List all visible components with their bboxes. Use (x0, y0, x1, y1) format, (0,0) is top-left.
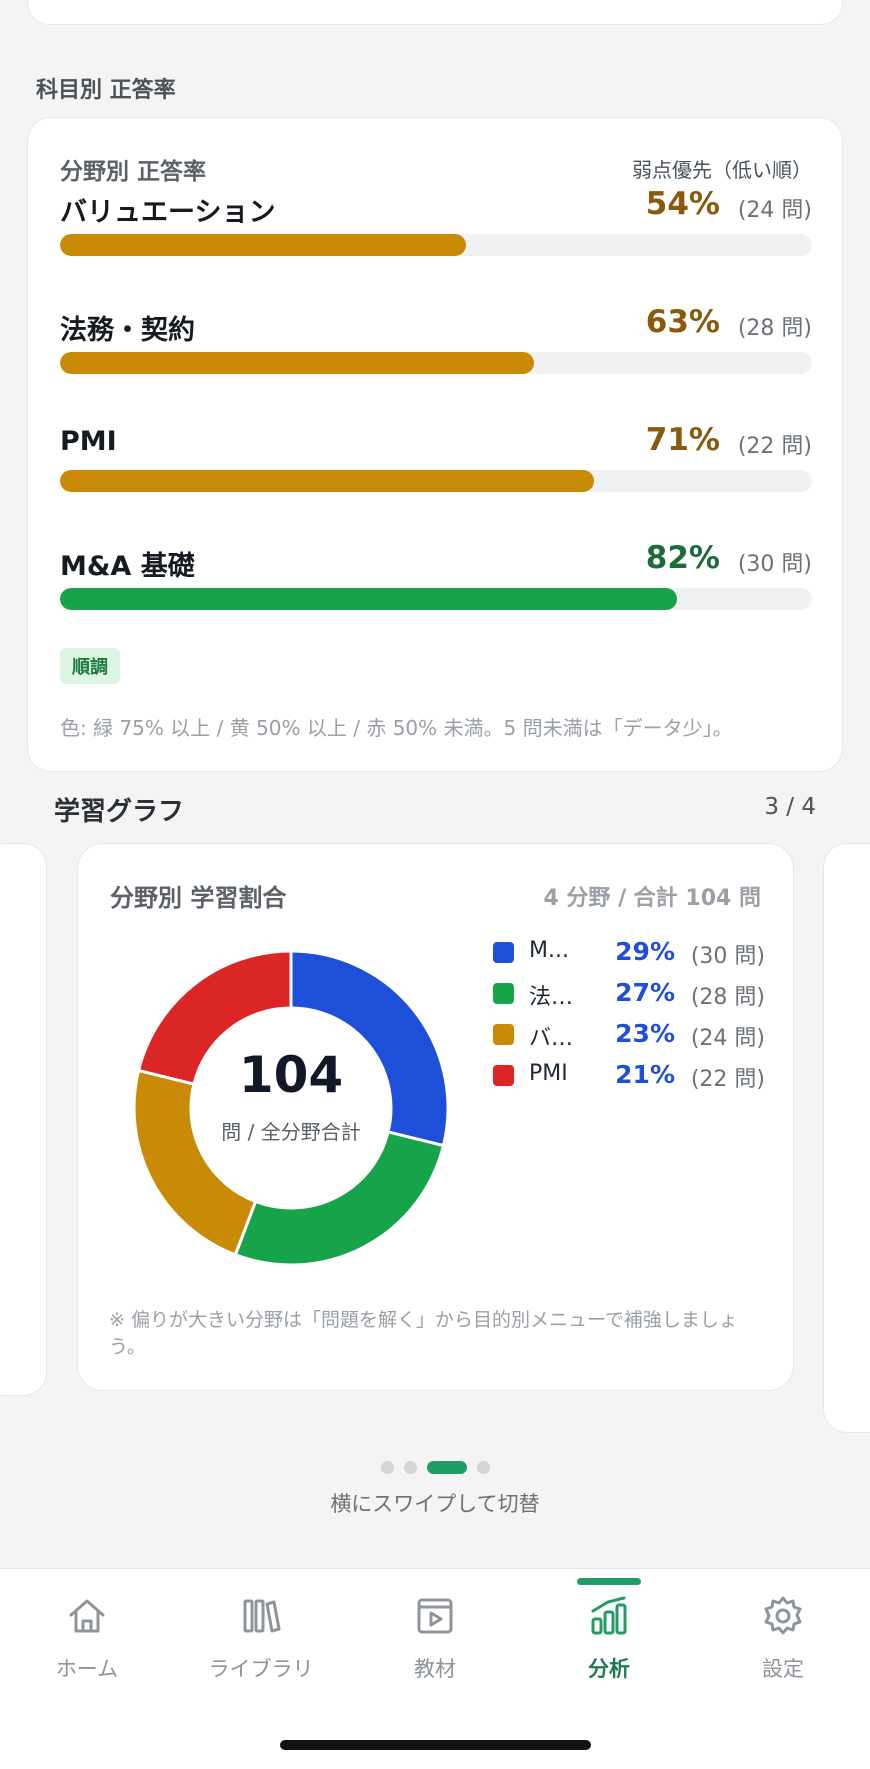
legend-swatch (493, 1065, 514, 1086)
carousel-dot[interactable] (403, 1461, 417, 1474)
progress-track (60, 470, 812, 492)
carousel-card-previous[interactable] (0, 843, 47, 1396)
section-title-accuracy: 科目別 正答率 (36, 78, 176, 103)
library-icon (243, 1599, 281, 1633)
gear-icon (764, 1596, 802, 1635)
tab-label: ライブラリ (208, 1657, 314, 1681)
legend-item: M... 29% (30 問) (493, 936, 765, 970)
legend-swatch (493, 942, 514, 963)
tab-home[interactable]: ホーム (0, 1569, 174, 1699)
tab-label: 設定 (762, 1657, 804, 1681)
progress-track (60, 588, 812, 610)
legend-item: 法… 27% (28 問) (493, 977, 765, 1011)
carousel-dots (0, 1457, 870, 1474)
legend-name: PMI (529, 1061, 568, 1086)
page-indicator: 3 / 4 (764, 794, 816, 820)
swipe-hint: 横にスワイプして切替 (330, 1492, 540, 1516)
active-tab-indicator (577, 1578, 641, 1585)
progress-fill (60, 470, 594, 492)
legend-percent: 23% (615, 1019, 675, 1048)
tab-label: 分析 (588, 1657, 630, 1681)
status-badge: 順調 (60, 648, 120, 684)
legend-percent: 21% (615, 1060, 675, 1089)
legend-count: (30 問) (690, 944, 765, 969)
section-title-graph: 学習グラフ (54, 797, 185, 827)
progress-fill (60, 352, 534, 374)
legend-swatch (493, 983, 514, 1004)
carousel-dot[interactable] (380, 1461, 394, 1474)
color-legend-note: 色: 緑 75% 以上 / 黄 50% 以上 / 赤 50% 未満。5 問未満は… (60, 716, 733, 740)
progress-track (60, 352, 812, 374)
carousel-dot-active[interactable] (426, 1461, 467, 1474)
legend-count: (22 問) (690, 1067, 765, 1092)
graph-summary: 4 分野 / 合計 104 問 (543, 886, 761, 911)
bottom-tab-bar: ホーム ライブラリ 教材 分析 設定 (0, 1568, 870, 1769)
graph-card[interactable]: 分野別 学習割合 4 分野 / 合計 104 問 104 問 / 全分野合計 M… (77, 843, 794, 1391)
legend-item: PMI 21% (22 問) (493, 1059, 765, 1093)
progress-track (60, 234, 812, 256)
video-icon (417, 1598, 453, 1634)
subject-count: (30 問) (737, 552, 812, 577)
legend-percent: 29% (615, 937, 675, 966)
subject-count: (24 問) (737, 198, 812, 223)
subject-percent: 63% (645, 304, 720, 340)
donut-center: 104 問 / 全分野合計 (131, 948, 451, 1268)
subject-count: (22 問) (737, 434, 812, 459)
donut-total: 104 (238, 1046, 344, 1104)
subject-percent: 71% (645, 422, 720, 458)
donut-total-label: 問 / 全分野合計 (221, 1120, 361, 1144)
chart-icon (591, 1596, 627, 1635)
subject-name: バリュエーション (60, 197, 276, 228)
tab-settings[interactable]: 設定 (696, 1569, 870, 1699)
legend-name: バ… (529, 1026, 574, 1051)
graph-card-title: 分野別 学習割合 (110, 884, 287, 912)
subject-count: (28 問) (737, 316, 812, 341)
tab-label: ホーム (55, 1657, 119, 1681)
home-indicator (280, 1740, 591, 1750)
legend-count: (24 問) (690, 1026, 765, 1051)
subject-percent: 82% (645, 540, 720, 576)
carousel-card-next[interactable] (823, 843, 870, 1433)
sort-label: 弱点優先（低い順） (632, 158, 812, 182)
previous-card (27, 0, 843, 25)
progress-fill (60, 234, 467, 256)
tab-materials[interactable]: 教材 (348, 1569, 522, 1699)
legend-count: (28 問) (690, 985, 765, 1010)
subject-percent: 54% (645, 186, 720, 222)
legend-name: 法… (529, 985, 574, 1010)
tab-library[interactable]: ライブラリ (174, 1569, 348, 1699)
legend-item: バ… 23% (24 問) (493, 1018, 765, 1052)
legend-name: M... (529, 938, 569, 963)
progress-fill (60, 588, 677, 610)
accuracy-card-title: 分野別 正答率 (60, 159, 207, 185)
subject-name: PMI (60, 426, 117, 457)
accuracy-card: 分野別 正答率 弱点優先（低い順） バリュエーション 54% (24 問) 法務… (27, 117, 843, 772)
legend-percent: 27% (615, 978, 675, 1007)
subject-name: 法務・契約 (60, 315, 195, 346)
tab-analysis[interactable]: 分析 (522, 1569, 696, 1699)
legend-swatch (493, 1024, 514, 1045)
carousel-dot[interactable] (476, 1461, 490, 1474)
subject-name: M&A 基礎 (60, 551, 195, 582)
tab-label: 教材 (414, 1657, 456, 1681)
graph-note: ※ 偏りが大きい分野は「問題を解く」から目的別メニューで補強しましょう。 (109, 1309, 738, 1358)
home-icon (69, 1599, 105, 1633)
